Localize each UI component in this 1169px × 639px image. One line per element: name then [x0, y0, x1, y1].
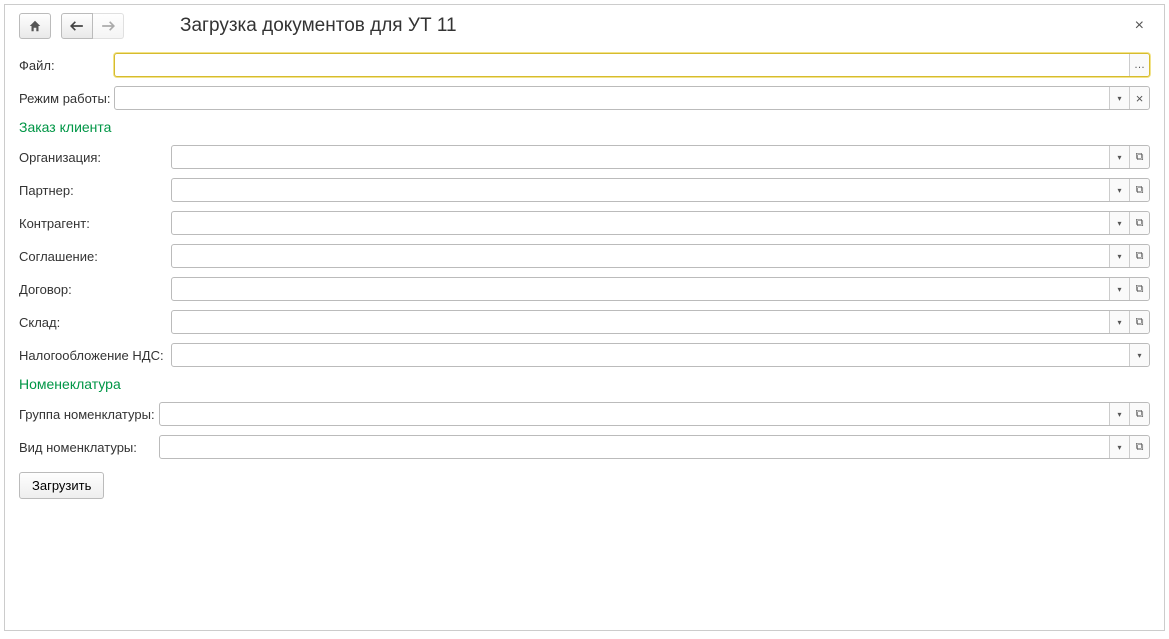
partner-dropdown-button[interactable]	[1109, 179, 1129, 201]
row-mode: Режим работы:	[19, 86, 1150, 110]
contragent-open-button[interactable]	[1129, 212, 1149, 234]
arrow-right-icon	[101, 21, 115, 31]
contract-open-button[interactable]	[1129, 278, 1149, 300]
row-file: Файл:	[19, 53, 1150, 77]
warehouse-input-wrap	[171, 310, 1150, 334]
file-input[interactable]	[115, 54, 1129, 76]
vat-input-wrap	[171, 343, 1150, 367]
contract-dropdown-button[interactable]	[1109, 278, 1129, 300]
contragent-input-wrap	[171, 211, 1150, 235]
nomen-type-open-button[interactable]	[1129, 436, 1149, 458]
nomen-group-input-wrap	[159, 402, 1150, 426]
label-file: Файл:	[19, 58, 114, 73]
forward-button[interactable]	[93, 13, 124, 39]
warehouse-open-button[interactable]	[1129, 311, 1149, 333]
label-contract: Договор:	[19, 282, 171, 297]
org-input[interactable]	[172, 146, 1109, 168]
close-button[interactable]: ×	[1131, 13, 1148, 39]
partner-input-wrap	[171, 178, 1150, 202]
label-mode: Режим работы:	[19, 91, 114, 106]
main-panel: × Загрузка документов для УТ 11 Файл:	[4, 4, 1165, 631]
label-partner: Партнер:	[19, 183, 171, 198]
row-org: Организация:	[19, 145, 1150, 169]
nomen-type-input-wrap	[159, 435, 1150, 459]
nomen-group-input[interactable]	[160, 403, 1109, 425]
agreement-input-wrap	[171, 244, 1150, 268]
row-nomen-group: Группа номенклатуры:	[19, 402, 1150, 426]
partner-open-button[interactable]	[1129, 179, 1149, 201]
contract-input-wrap	[171, 277, 1150, 301]
row-warehouse: Склад:	[19, 310, 1150, 334]
vat-dropdown-button[interactable]	[1129, 344, 1149, 366]
file-input-wrap	[114, 53, 1150, 77]
org-open-button[interactable]	[1129, 146, 1149, 168]
row-partner: Партнер:	[19, 178, 1150, 202]
mode-clear-button[interactable]	[1129, 87, 1149, 109]
label-nomen-group: Группа номенклатуры:	[19, 407, 159, 422]
nomen-group-open-button[interactable]	[1129, 403, 1149, 425]
contragent-dropdown-button[interactable]	[1109, 212, 1129, 234]
section-title-order: Заказ клиента	[19, 119, 1150, 135]
contragent-input[interactable]	[172, 212, 1109, 234]
label-agreement: Соглашение:	[19, 249, 171, 264]
org-input-wrap	[171, 145, 1150, 169]
label-nomen-type: Вид номенклатуры:	[19, 440, 159, 455]
row-agreement: Соглашение:	[19, 244, 1150, 268]
page-title: Загрузка документов для УТ 11	[180, 15, 457, 37]
label-org: Организация:	[19, 150, 171, 165]
mode-dropdown-button[interactable]	[1109, 87, 1129, 109]
row-contract: Договор:	[19, 277, 1150, 301]
mode-input[interactable]	[115, 87, 1109, 109]
home-icon	[28, 19, 42, 33]
row-contragent: Контрагент:	[19, 211, 1150, 235]
label-warehouse: Склад:	[19, 315, 171, 330]
agreement-input[interactable]	[172, 245, 1109, 267]
label-vat: Налогообложение НДС:	[19, 348, 171, 363]
row-vat: Налогообложение НДС:	[19, 343, 1150, 367]
mode-input-wrap	[114, 86, 1150, 110]
vat-input[interactable]	[172, 344, 1129, 366]
nomen-group-dropdown-button[interactable]	[1109, 403, 1129, 425]
nav-group	[61, 13, 124, 39]
label-contragent: Контрагент:	[19, 216, 171, 231]
file-browse-button[interactable]	[1129, 54, 1149, 76]
home-button[interactable]	[19, 13, 51, 39]
nomen-type-dropdown-button[interactable]	[1109, 436, 1129, 458]
load-button[interactable]: Загрузить	[19, 472, 104, 499]
toolbar: Загрузка документов для УТ 11	[19, 13, 1150, 39]
nomen-type-input[interactable]	[160, 436, 1109, 458]
back-button[interactable]	[61, 13, 93, 39]
arrow-left-icon	[70, 21, 84, 31]
warehouse-input[interactable]	[172, 311, 1109, 333]
partner-input[interactable]	[172, 179, 1109, 201]
warehouse-dropdown-button[interactable]	[1109, 311, 1129, 333]
agreement-dropdown-button[interactable]	[1109, 245, 1129, 267]
row-nomen-type: Вид номенклатуры:	[19, 435, 1150, 459]
section-title-nomen: Номенеклатура	[19, 376, 1150, 392]
contract-input[interactable]	[172, 278, 1109, 300]
agreement-open-button[interactable]	[1129, 245, 1149, 267]
org-dropdown-button[interactable]	[1109, 146, 1129, 168]
